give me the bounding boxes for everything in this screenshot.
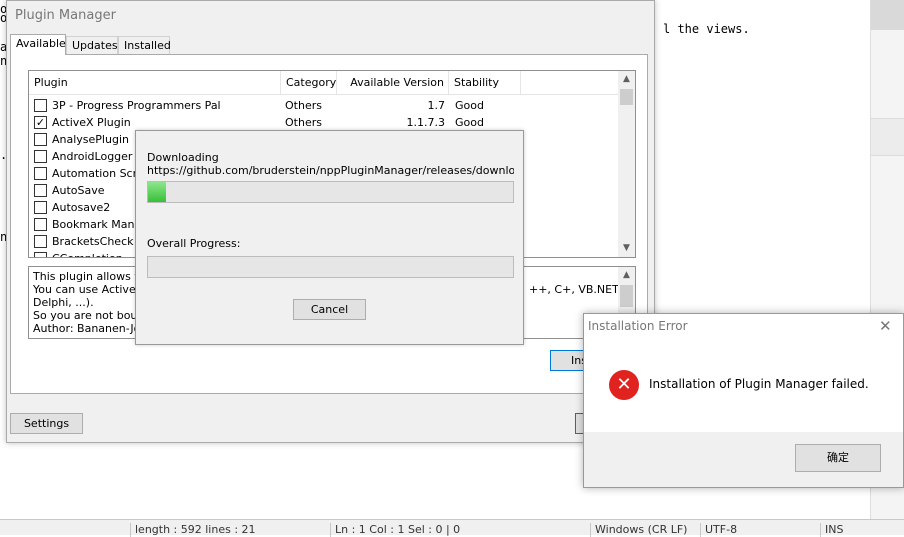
plugin-name: 3P - Progress Programmers Pal (52, 99, 221, 112)
download-url: https://github.com/bruderstein/nppPlugin… (147, 164, 514, 177)
plugin-row[interactable]: ✓ ActiveX Plugin Others 1.1.7.3 Good (29, 114, 619, 131)
overall-progress-bar (147, 256, 514, 278)
plugin-stability: Good (455, 99, 484, 112)
plugin-list-scrollbar[interactable]: ▲ ▼ (618, 71, 635, 257)
column-header-plugin[interactable]: Plugin (29, 71, 281, 95)
scroll-thumb[interactable] (620, 89, 633, 105)
description-fragment: ++, C+, VB.NET, (529, 283, 623, 296)
plugin-version: 1.7 (427, 99, 446, 112)
overall-progress-label: Overall Progress: (147, 237, 241, 250)
ok-button[interactable]: 确定 (795, 444, 881, 472)
checkmark-icon: ✓ (35, 116, 46, 129)
plugin-checkbox[interactable] (34, 133, 47, 146)
right-panel-band (871, 118, 904, 156)
tab-installed[interactable]: Installed (118, 36, 171, 55)
downloading-label: Downloading (147, 151, 219, 164)
error-message: Installation of Plugin Manager failed. (649, 377, 869, 391)
plugin-checkbox[interactable] (34, 150, 47, 163)
close-icon[interactable]: ✕ (879, 317, 892, 335)
plugin-checkbox[interactable] (34, 235, 47, 248)
plugin-checkbox[interactable] (34, 252, 47, 257)
column-header-version[interactable]: Available Version (337, 71, 449, 95)
scroll-down-icon[interactable]: ▼ (618, 240, 635, 257)
settings-button[interactable]: Settings (10, 413, 83, 434)
dialog-footer: 确定 (584, 432, 903, 487)
window-title: Plugin Manager (15, 8, 116, 23)
plugin-checkbox[interactable] (34, 201, 47, 214)
plugin-name: ActiveX Plugin (52, 116, 131, 129)
cancel-button[interactable]: Cancel (293, 299, 366, 320)
plugin-stability: Good (455, 116, 484, 129)
download-progress-bar (147, 181, 514, 203)
column-header-stability[interactable]: Stability (449, 71, 521, 95)
scroll-thumb[interactable] (620, 285, 633, 307)
plugin-checkbox[interactable] (34, 99, 47, 112)
scroll-up-icon[interactable]: ▲ (618, 267, 635, 284)
download-dialog: Downloading https://github.com/bruderste… (135, 130, 524, 345)
plugin-checkbox[interactable] (34, 218, 47, 231)
plugin-checkbox[interactable] (34, 167, 47, 180)
scroll-up-icon[interactable]: ▲ (618, 71, 635, 88)
tab-available[interactable]: Available (10, 34, 66, 55)
column-header-category[interactable]: Category (281, 71, 337, 95)
error-icon: ✕ (609, 370, 639, 400)
installation-error-dialog: Installation Error ✕ ✕ Installation of P… (583, 313, 904, 488)
plugin-category: Others (285, 99, 322, 112)
plugin-version: 1.1.7.3 (406, 116, 445, 129)
status-bar: length : 592 lines : 21 Ln : 1 Col : 1 S… (0, 519, 904, 537)
plugin-checkbox[interactable]: ✓ (34, 116, 47, 129)
download-progress-fill (148, 182, 167, 202)
tab-updates[interactable]: Updates (66, 36, 118, 55)
editor-text[interactable]: l the views. (663, 22, 750, 36)
right-panel-thumbnail (871, 0, 904, 30)
plugin-list-header: Plugin Category Available Version Stabil… (29, 71, 619, 95)
plugin-category: Others (285, 116, 322, 129)
dialog-title: Installation Error (588, 319, 688, 333)
plugin-row[interactable]: 3P - Progress Programmers Pal Others 1.7… (29, 97, 619, 114)
plugin-checkbox[interactable] (34, 184, 47, 197)
